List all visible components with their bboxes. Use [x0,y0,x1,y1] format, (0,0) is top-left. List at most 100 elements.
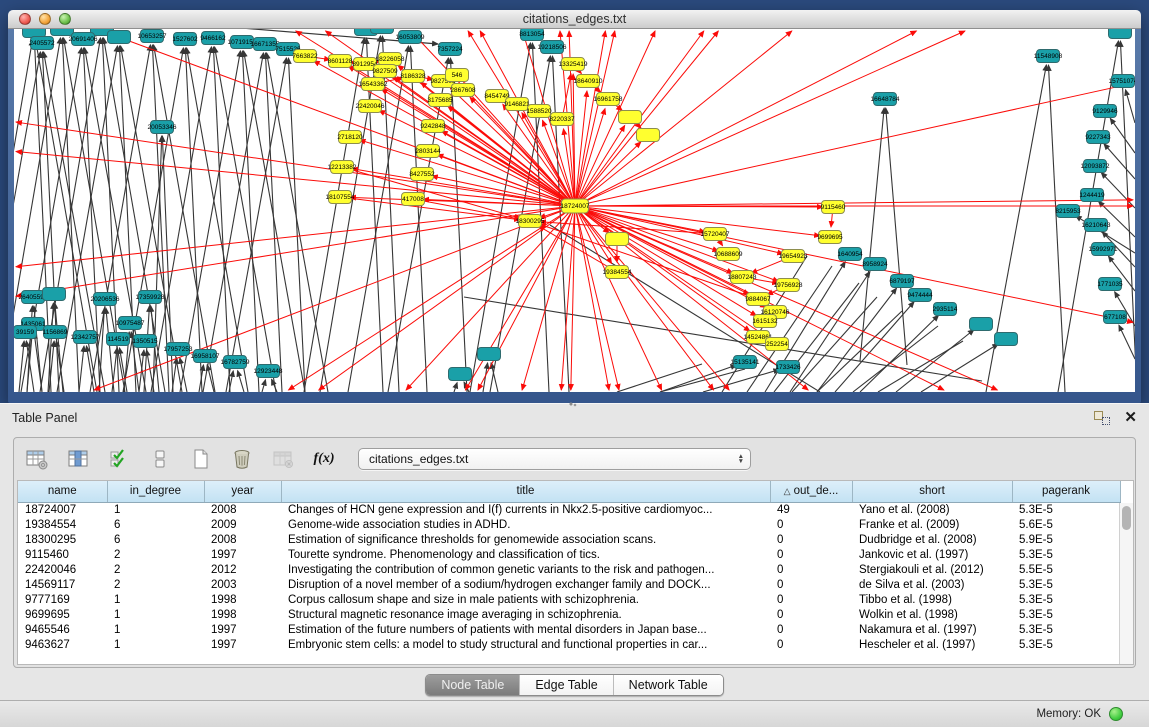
float-panel-icon[interactable] [1094,411,1110,425]
table-row[interactable]: 969969511998Structural magnetic resonanc… [18,607,1120,622]
column-visibility-icon[interactable] [65,446,91,472]
table-cell-in_degree[interactable]: 1 [107,622,204,637]
graph-node[interactable] [478,348,501,361]
table-cell-pagerank[interactable]: 5.3E-5 [1012,577,1120,592]
table-cell-out_degree[interactable]: 0 [770,637,852,652]
graph-node[interactable]: 2718120 [337,131,363,144]
table-cell-name[interactable]: 22420046 [18,562,107,577]
graph-node[interactable]: 9474444 [907,289,933,302]
row-selection-icon[interactable] [106,446,132,472]
graph-node[interactable]: 8813054 [519,29,545,41]
graph-node[interactable]: 12213382 [328,161,357,174]
graph-node[interactable]: 18107554 [326,191,355,204]
graph-node[interactable]: 6879197 [889,275,915,288]
graph-node[interactable] [51,29,74,36]
graph-node[interactable]: 1244419 [1079,189,1105,202]
graph-node[interactable]: 19218506 [538,41,567,54]
table-rows-icon[interactable] [147,446,173,472]
graph-node[interactable] [43,288,66,301]
graph-node[interactable]: 7357224 [437,43,463,56]
table-row[interactable]: 2242004622012Investigating the contribut… [18,562,1120,577]
graph-node[interactable] [108,31,131,44]
graph-node[interactable] [1109,29,1132,39]
table-cell-pagerank[interactable]: 5.3E-5 [1012,547,1120,562]
table-cell-pagerank[interactable]: 5.6E-5 [1012,517,1120,532]
table-cell-in_degree[interactable]: 1 [107,607,204,622]
column-header-title[interactable]: title [281,481,770,502]
graph-node[interactable]: 9129946 [1092,105,1118,118]
close-panel-icon[interactable]: ✕ [1124,411,1137,425]
network-table-select[interactable]: citations_edges.txt ▲▼ [358,448,751,470]
graph-node[interactable]: 1733426 [775,361,801,374]
table-cell-out_degree[interactable]: 0 [770,547,852,562]
graph-node[interactable]: 17359928 [136,291,165,304]
table-cell-title[interactable]: Structural magnetic resonance image aver… [281,607,770,622]
table-cell-short[interactable]: Jankovic et al. (1997) [852,547,1012,562]
graph-node[interactable]: 11548908 [1034,50,1063,63]
graph-node[interactable] [619,111,642,124]
graph-node[interactable]: 12093872 [1081,160,1110,173]
graph-node[interactable]: 16648784 [871,93,900,106]
tab-node-table[interactable]: Node Table [426,675,519,695]
graph-node[interactable]: 1615132 [752,315,778,328]
graph-node[interactable]: 677108 [1104,311,1127,324]
table-cell-short[interactable]: Stergiakouli et al. (2012) [852,562,1012,577]
graph-node[interactable]: 417008 [402,193,425,206]
table-cell-year[interactable]: 1997 [204,637,281,652]
table-cell-name[interactable]: 9465546 [18,622,107,637]
table-cell-year[interactable]: 2008 [204,532,281,547]
graph-node[interactable]: 20206536 [91,293,120,306]
graph-node[interactable]: 39159 [14,326,37,339]
table-cell-title[interactable]: Investigating the contribution of common… [281,562,770,577]
table-row[interactable]: 946362711997Embryonic stem cells: a mode… [18,637,1120,652]
network-canvas[interactable]: 2405572206914061065325715276029466162107… [14,29,1135,392]
graph-node[interactable]: 8220337 [549,113,575,126]
table-cell-in_degree[interactable]: 1 [107,502,204,517]
close-window-icon[interactable] [19,13,31,25]
graph-node[interactable]: 2867608 [450,84,476,97]
table-cell-pagerank[interactable]: 5.3E-5 [1012,637,1120,652]
table-cell-short[interactable]: Wolkin et al. (1998) [852,607,1012,622]
table-cell-in_degree[interactable]: 6 [107,532,204,547]
delete-table-icon[interactable] [270,446,296,472]
delete-column-icon[interactable] [229,446,255,472]
graph-node[interactable]: 15720407 [701,228,730,241]
table-cell-out_degree[interactable]: 0 [770,577,852,592]
table-cell-short[interactable]: Yano et al. (2008) [852,502,1012,517]
graph-node[interactable]: 8601128 [328,55,353,68]
graph-node[interactable] [371,29,394,34]
graph-node[interactable]: 1640954 [837,248,863,261]
graph-node[interactable] [637,129,660,142]
table-cell-short[interactable]: Tibbo et al. (1998) [852,592,1012,607]
graph-node[interactable]: 1588520 [526,105,552,118]
table-cell-name[interactable]: 18300295 [18,532,107,547]
graph-node[interactable]: 8958924 [862,258,888,271]
graph-node[interactable]: 2935114 [933,303,958,316]
table-cell-pagerank[interactable]: 5.3E-5 [1012,592,1120,607]
table-cell-title[interactable]: Estimation of the future numbers of pati… [281,622,770,637]
table-cell-out_degree[interactable]: 0 [770,562,852,577]
function-builder-icon[interactable]: f(x) [311,446,337,472]
memory-status-icon[interactable] [1109,707,1123,721]
table-cell-out_degree[interactable]: 49 [770,502,852,517]
graph-node[interactable]: 114519 [107,333,130,346]
table-cell-in_degree[interactable]: 1 [107,592,204,607]
table-cell-year[interactable]: 2003 [204,577,281,592]
table-row[interactable]: 1456911722003Disruption of a novel membe… [18,577,1120,592]
table-cell-name[interactable]: 9115460 [18,547,107,562]
table-cell-short[interactable]: Franke et al. (2009) [852,517,1012,532]
table-cell-year[interactable]: 1997 [204,622,281,637]
table-cell-name[interactable]: 9699695 [18,607,107,622]
graph-node[interactable]: 16053809 [396,31,425,44]
table-row[interactable]: 911546021997Tourette syndrome. Phenomeno… [18,547,1120,562]
table-cell-year[interactable]: 1998 [204,607,281,622]
table-cell-name[interactable]: 9463627 [18,637,107,652]
table-cell-in_degree[interactable]: 2 [107,562,204,577]
graph-node[interactable]: 9115460 [821,201,846,214]
graph-node[interactable]: 12342757 [71,331,100,344]
table-cell-short[interactable]: Hescheler et al. (1997) [852,637,1012,652]
graph-node[interactable]: 2405572 [29,37,55,50]
table-row[interactable]: 1830029562008Estimation of significance … [18,532,1120,547]
table-cell-name[interactable]: 19384554 [18,517,107,532]
column-header-short[interactable]: short [852,481,1012,502]
